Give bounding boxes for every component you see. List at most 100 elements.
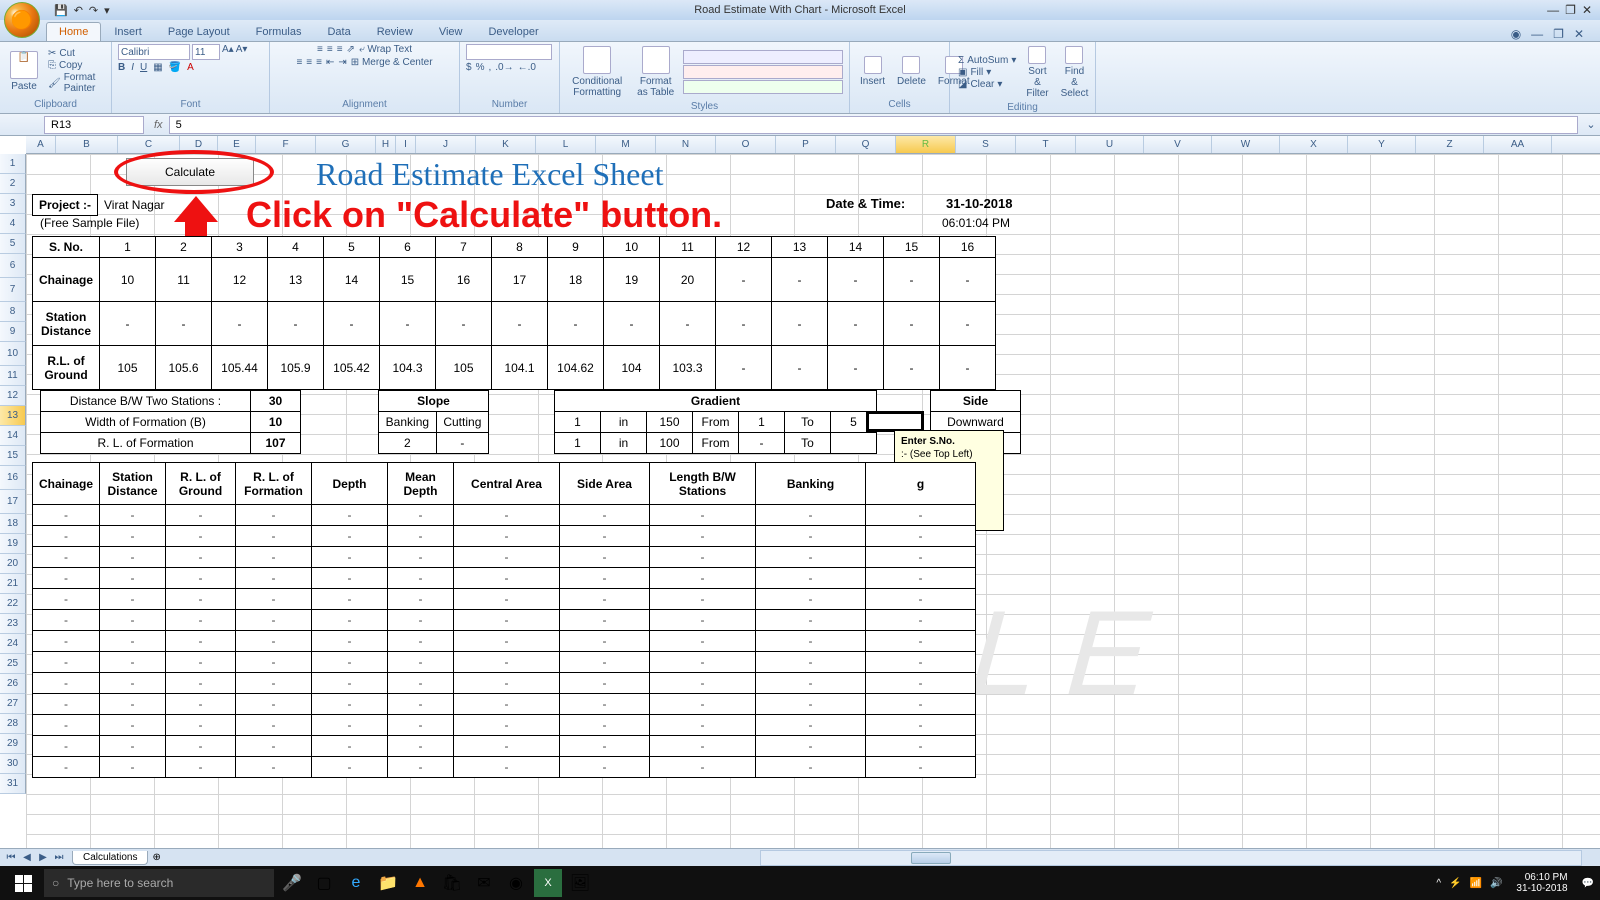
cond-format-button[interactable]: Conditional Formatting bbox=[566, 44, 628, 100]
underline-button[interactable]: U bbox=[140, 62, 147, 73]
tab-view[interactable]: View bbox=[426, 22, 476, 41]
tray-battery-icon[interactable]: ⚡ bbox=[1449, 878, 1461, 889]
undo-icon[interactable]: ↶ bbox=[74, 4, 83, 17]
tray-notifications-icon[interactable]: 💬 bbox=[1582, 878, 1594, 889]
gradient-table[interactable]: Gradient 1in150From1To5 1in100From-To bbox=[554, 390, 877, 454]
align-bot-icon[interactable]: ≡ bbox=[337, 44, 343, 55]
cell-style-2[interactable] bbox=[683, 65, 843, 79]
fx-icon[interactable]: fx bbox=[148, 119, 169, 131]
close-doc-icon[interactable]: ✕ bbox=[1574, 27, 1584, 41]
sheet-tab-calculations[interactable]: Calculations bbox=[72, 851, 148, 865]
min-ribbon-icon[interactable]: — bbox=[1531, 27, 1543, 41]
formula-input[interactable]: 5 bbox=[169, 116, 1578, 134]
tab-developer[interactable]: Developer bbox=[475, 22, 551, 41]
indent-inc-icon[interactable]: ⇥ bbox=[338, 57, 346, 68]
qat-dropdown-icon[interactable]: ▾ bbox=[104, 4, 110, 17]
find-select-button[interactable]: Find & Select bbox=[1057, 44, 1093, 101]
redo-icon[interactable]: ↷ bbox=[89, 4, 98, 17]
align-top-icon[interactable]: ≡ bbox=[317, 44, 323, 55]
cell-style-3[interactable] bbox=[683, 80, 843, 94]
cell-style-1[interactable] bbox=[683, 50, 843, 64]
calculate-button[interactable]: Calculate bbox=[126, 158, 254, 186]
tray-volume-icon[interactable]: 🔊 bbox=[1490, 878, 1502, 889]
format-table-button[interactable]: Format as Table bbox=[632, 44, 679, 100]
tab-home[interactable]: Home bbox=[46, 22, 101, 41]
paste-button[interactable]: 📋Paste bbox=[6, 49, 42, 94]
edge-icon[interactable]: e bbox=[342, 869, 370, 897]
indent-dec-icon[interactable]: ⇤ bbox=[326, 57, 334, 68]
align-left-icon[interactable]: ≡ bbox=[296, 57, 302, 68]
explorer-icon[interactable]: 📁 bbox=[374, 869, 402, 897]
worksheet-grid[interactable]: ABCDEFGHIJKLMNOPQRSTUVWXYZAA 12345678910… bbox=[0, 136, 1600, 856]
mail-icon[interactable]: ✉ bbox=[470, 869, 498, 897]
tab-page-layout[interactable]: Page Layout bbox=[155, 22, 243, 41]
tray-clock[interactable]: 06:10 PM31-10-2018 bbox=[1510, 872, 1573, 894]
maximize-icon[interactable]: ❐ bbox=[1565, 3, 1576, 17]
tab-formulas[interactable]: Formulas bbox=[243, 22, 315, 41]
sort-filter-button[interactable]: Sort & Filter bbox=[1022, 44, 1052, 101]
office-orb[interactable]: 🟠 bbox=[4, 2, 40, 38]
delete-cells-button[interactable]: Delete bbox=[893, 54, 930, 89]
first-sheet-icon[interactable]: ⏮ bbox=[4, 852, 18, 863]
new-sheet-icon[interactable]: ⊕ bbox=[152, 852, 160, 863]
tray-up-icon[interactable]: ^ bbox=[1436, 878, 1441, 889]
last-sheet-icon[interactable]: ⏭ bbox=[52, 852, 66, 863]
close-icon[interactable]: ✕ bbox=[1582, 3, 1592, 17]
start-button[interactable] bbox=[6, 869, 40, 897]
bold-button[interactable]: B bbox=[118, 62, 125, 73]
save-icon[interactable]: 💾 bbox=[54, 4, 68, 17]
slope-table[interactable]: Slope BankingCutting 2- bbox=[378, 390, 489, 454]
border-icon[interactable]: ▦ bbox=[153, 62, 162, 73]
grow-font-icon[interactable]: A▴ bbox=[222, 44, 234, 60]
insert-cells-button[interactable]: Insert bbox=[856, 54, 889, 89]
prev-sheet-icon[interactable]: ◀ bbox=[20, 852, 34, 863]
expand-formula-icon[interactable]: ⌄ bbox=[1582, 118, 1600, 131]
copy-button[interactable]: ⎘ Copy bbox=[46, 60, 105, 71]
tab-review[interactable]: Review bbox=[364, 22, 426, 41]
main-data-table[interactable]: S. No.12345678910111213141516Chainage101… bbox=[32, 236, 996, 390]
percent-icon[interactable]: % bbox=[476, 62, 485, 73]
next-sheet-icon[interactable]: ▶ bbox=[36, 852, 50, 863]
shrink-font-icon[interactable]: A▾ bbox=[236, 44, 248, 60]
fill-button[interactable]: ▣ Fill ▾ bbox=[956, 67, 1018, 78]
font-color-icon[interactable]: A bbox=[187, 62, 194, 73]
help-icon[interactable]: ◉ bbox=[1511, 27, 1521, 41]
fill-color-icon[interactable]: 🪣 bbox=[169, 62, 181, 73]
currency-icon[interactable]: $ bbox=[466, 62, 472, 73]
column-headers[interactable]: ABCDEFGHIJKLMNOPQRSTUVWXYZAA bbox=[26, 136, 1600, 154]
restore-icon[interactable]: ❐ bbox=[1553, 27, 1564, 41]
task-view-icon[interactable]: ▢ bbox=[310, 869, 338, 897]
dec-decimal-icon[interactable]: ←.0 bbox=[518, 62, 536, 73]
wrap-text-button[interactable]: ⤶ Wrap Text bbox=[359, 44, 412, 55]
italic-button[interactable]: I bbox=[131, 62, 134, 73]
tray-wifi-icon[interactable]: 📶 bbox=[1469, 878, 1481, 889]
number-format-select[interactable] bbox=[466, 44, 552, 60]
chrome-icon[interactable]: ◉ bbox=[502, 869, 530, 897]
cut-button[interactable]: ✂ Cut bbox=[46, 48, 105, 59]
tab-data[interactable]: Data bbox=[314, 22, 363, 41]
align-right-icon[interactable]: ≡ bbox=[316, 57, 322, 68]
params-table[interactable]: Distance B/W Two Stations :30 Width of F… bbox=[40, 390, 301, 454]
align-mid-icon[interactable]: ≡ bbox=[327, 44, 333, 55]
row-headers[interactable]: 1234567891011121314151617181920212223242… bbox=[0, 154, 26, 794]
horizontal-scrollbar[interactable] bbox=[760, 850, 1582, 866]
comma-icon[interactable]: , bbox=[488, 62, 491, 73]
result-table[interactable]: ChainageStationDistanceR. L. ofGroundR. … bbox=[32, 462, 976, 778]
store-icon[interactable]: 🛍 bbox=[438, 869, 466, 897]
inc-decimal-icon[interactable]: .0→ bbox=[495, 62, 513, 73]
orientation-icon[interactable]: ⇗ bbox=[347, 44, 355, 55]
align-center-icon[interactable]: ≡ bbox=[306, 57, 312, 68]
excel-icon[interactable]: X bbox=[534, 869, 562, 897]
clear-button[interactable]: ◪ Clear ▾ bbox=[956, 79, 1018, 90]
name-box[interactable]: R13 bbox=[44, 116, 144, 134]
cortana-icon[interactable]: 🎤 bbox=[278, 869, 306, 897]
vlc-icon[interactable]: ▲ bbox=[406, 869, 434, 897]
merge-center-button[interactable]: ⊞ Merge & Center bbox=[351, 57, 433, 68]
active-cell[interactable] bbox=[866, 411, 924, 432]
minimize-icon[interactable]: — bbox=[1547, 3, 1559, 17]
font-size-select[interactable]: 11 bbox=[192, 44, 220, 60]
photos-icon[interactable]: 🖼 bbox=[566, 869, 594, 897]
tab-insert[interactable]: Insert bbox=[101, 22, 155, 41]
font-name-select[interactable]: Calibri bbox=[118, 44, 190, 60]
format-painter-button[interactable]: 🖌 Format Painter bbox=[46, 72, 105, 94]
